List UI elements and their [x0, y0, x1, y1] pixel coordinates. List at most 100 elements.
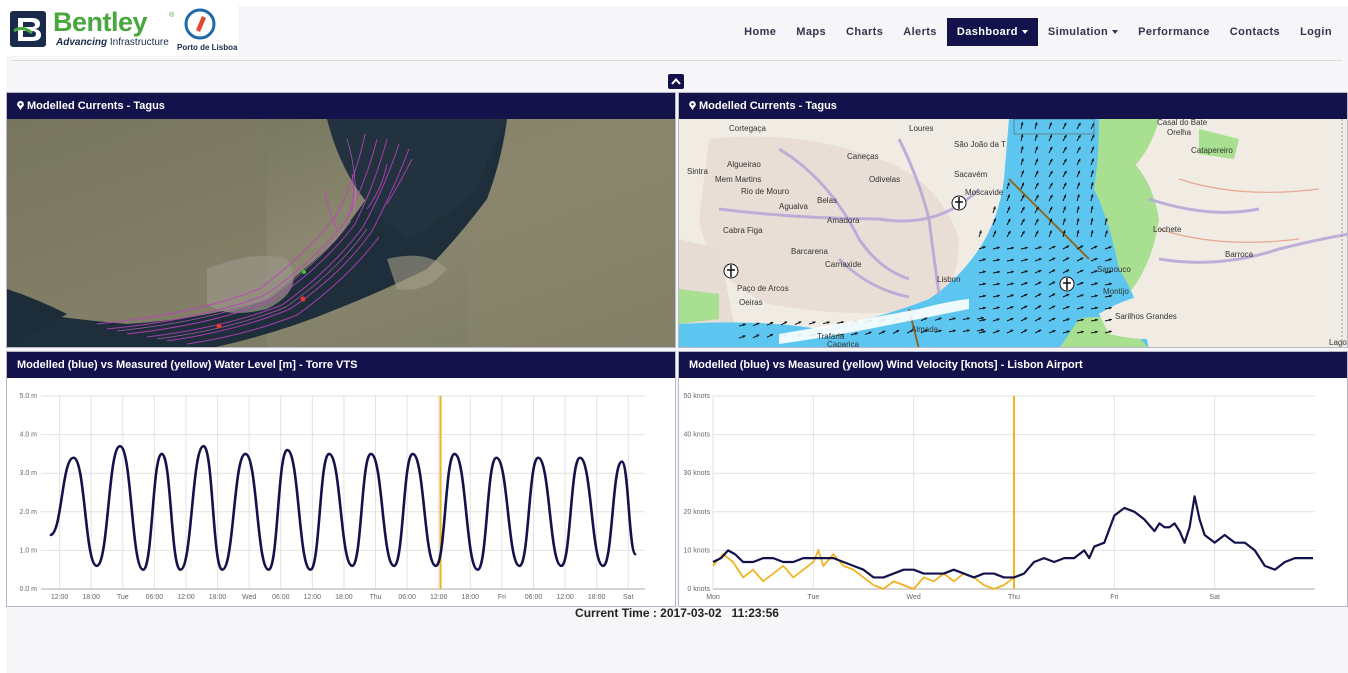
porto-lisboa-icon	[184, 8, 216, 40]
nav-login[interactable]: Login	[1290, 18, 1342, 46]
panel-header: Modelled Currents - Tagus	[679, 93, 1347, 119]
panel-header: Modelled Currents - Tagus	[7, 93, 675, 119]
data-point	[560, 565, 563, 567]
data-point	[476, 568, 479, 571]
map-place-label: Cabra Figa	[723, 226, 763, 235]
map-place-label: Moscavide	[965, 188, 1004, 197]
x-tick-label: Wed	[907, 594, 921, 601]
data-point	[72, 456, 75, 459]
data-point	[351, 565, 354, 567]
map-place-label: Rio de Mouro	[741, 187, 790, 196]
collapse-button[interactable]	[668, 74, 684, 89]
brand-logo[interactable]: Bentley ® Advancing Infrastructure Porto…	[6, 6, 238, 56]
y-tick-label: 50 knots	[684, 393, 711, 400]
data-point	[179, 568, 182, 571]
x-tick-label: Fri	[1110, 594, 1119, 601]
nautical-map[interactable]: Cortegaça Loures São João da T Casal do Bat…	[679, 119, 1347, 347]
y-tick-label: 0 knots	[687, 586, 710, 593]
y-tick-label: 0.0 m	[19, 586, 37, 593]
x-tick-label: Sat	[623, 594, 634, 601]
x-tick-label: 18:00	[209, 594, 227, 601]
data-point	[49, 534, 52, 536]
data-point	[286, 449, 289, 451]
y-tick-label: 30 knots	[684, 470, 711, 477]
map-place-label: Sacavém	[954, 170, 988, 179]
header: Bentley ® Advancing Infrastructure Porto…	[6, 6, 1348, 60]
x-tick-label: 12:00	[430, 594, 448, 601]
data-point	[411, 453, 414, 455]
nav-performance[interactable]: Performance	[1128, 18, 1220, 46]
x-tick-label: 12:00	[556, 594, 574, 601]
app-root: Bentley ® Advancing Infrastructure Porto…	[6, 6, 1348, 673]
x-tick-label: 06:00	[146, 594, 164, 601]
data-point	[119, 445, 121, 447]
data-point	[620, 460, 623, 463]
nav-home[interactable]: Home	[734, 18, 786, 46]
x-tick-label: Tue	[117, 594, 129, 601]
panel-title: Modelled Currents - Tagus	[27, 100, 165, 112]
map-place-label: Orelha	[1167, 128, 1192, 137]
satellite-map[interactable]	[7, 119, 675, 347]
x-tick-label: 18:00	[462, 594, 480, 601]
map-place-label: Sarilhos Grandes	[1115, 312, 1177, 321]
data-point	[393, 565, 395, 567]
main-nav: Home Maps Charts Alerts Dashboard Simulation P…	[734, 18, 1342, 46]
map-marker-icon	[17, 101, 24, 110]
y-tick-label: 20 knots	[684, 509, 711, 516]
x-tick-label: Thu	[369, 594, 381, 601]
water-level-chart[interactable]: 0.0 m 1.0 m 2.0 m 3.0 m 4.0 m 5.0 m 12:00 18:00…	[7, 378, 675, 606]
header-divider	[12, 60, 1342, 61]
x-tick-label: 06:00	[525, 594, 543, 601]
modelled-series-line	[712, 495, 1313, 579]
y-tick-label: 3.0 m	[19, 470, 37, 477]
map-place-label: Loures	[909, 124, 933, 133]
x-tick-label: 06:00	[398, 594, 416, 601]
x-tick-label: 12:00	[177, 594, 195, 601]
x-tick-label: 18:00	[82, 594, 100, 601]
x-tick-label: 12:00	[304, 594, 322, 601]
airport-icon	[723, 263, 739, 279]
data-point	[634, 553, 637, 556]
data-point	[435, 565, 437, 567]
data-point	[244, 453, 247, 455]
nav-charts[interactable]: Charts	[836, 18, 893, 46]
data-point	[602, 565, 604, 567]
x-tick-label: Sat	[1209, 594, 1220, 601]
nav-alerts[interactable]: Alerts	[893, 18, 947, 46]
data-point	[142, 568, 145, 571]
bentley-b-icon	[10, 11, 46, 47]
map-place-label: Caneças	[847, 152, 879, 161]
registered-icon: ®	[169, 12, 175, 19]
map-place-label: Almada	[911, 325, 939, 334]
nav-maps[interactable]: Maps	[786, 18, 836, 46]
map-place-label: Samouco	[1097, 265, 1131, 274]
nav-dashboard[interactable]: Dashboard	[946, 18, 1038, 46]
map-place-label: Amadora	[827, 216, 860, 225]
data-point	[202, 445, 205, 447]
map-place-label: Barcarena	[791, 247, 828, 256]
panel-header: Modelled (blue) vs Measured (yellow) Win…	[679, 352, 1347, 378]
airport-icon	[1059, 276, 1075, 292]
map-place-label: Caparica	[827, 340, 860, 348]
nav-contacts[interactable]: Contacts	[1220, 18, 1290, 46]
wind-velocity-chart[interactable]: 0 knots 10 knots 20 knots 30 knots 40 knots 5…	[679, 378, 1347, 606]
x-tick-label: Fri	[498, 594, 507, 601]
data-point	[161, 453, 163, 455]
x-tick-label: 18:00	[335, 594, 353, 601]
y-tick-label: 1.0 m	[19, 547, 37, 554]
map-place-label: Lisbon	[937, 275, 961, 284]
map-place-label: Montijo	[1103, 287, 1129, 296]
partner-name: Porto de Lisboa	[177, 43, 238, 52]
brand-tagline: Advancing Infrastructure	[56, 37, 169, 48]
map-place-label: Sintra	[687, 167, 708, 176]
y-tick-label: 2.0 m	[19, 509, 37, 516]
y-tick-label: 5.0 m	[19, 393, 37, 400]
map-place-label: Barroca	[1225, 250, 1254, 259]
satellite-currents-panel: Modelled Currents - Tagus	[6, 92, 676, 348]
map-marker-icon	[689, 101, 696, 110]
panel-title: Modelled (blue) vs Measured (yellow) Win…	[689, 359, 1083, 371]
map-place-label: Oeiras	[739, 298, 763, 307]
panel-header: Modelled (blue) vs Measured (yellow) Wat…	[7, 352, 675, 378]
nav-simulation[interactable]: Simulation	[1038, 18, 1128, 46]
data-point	[221, 568, 223, 571]
